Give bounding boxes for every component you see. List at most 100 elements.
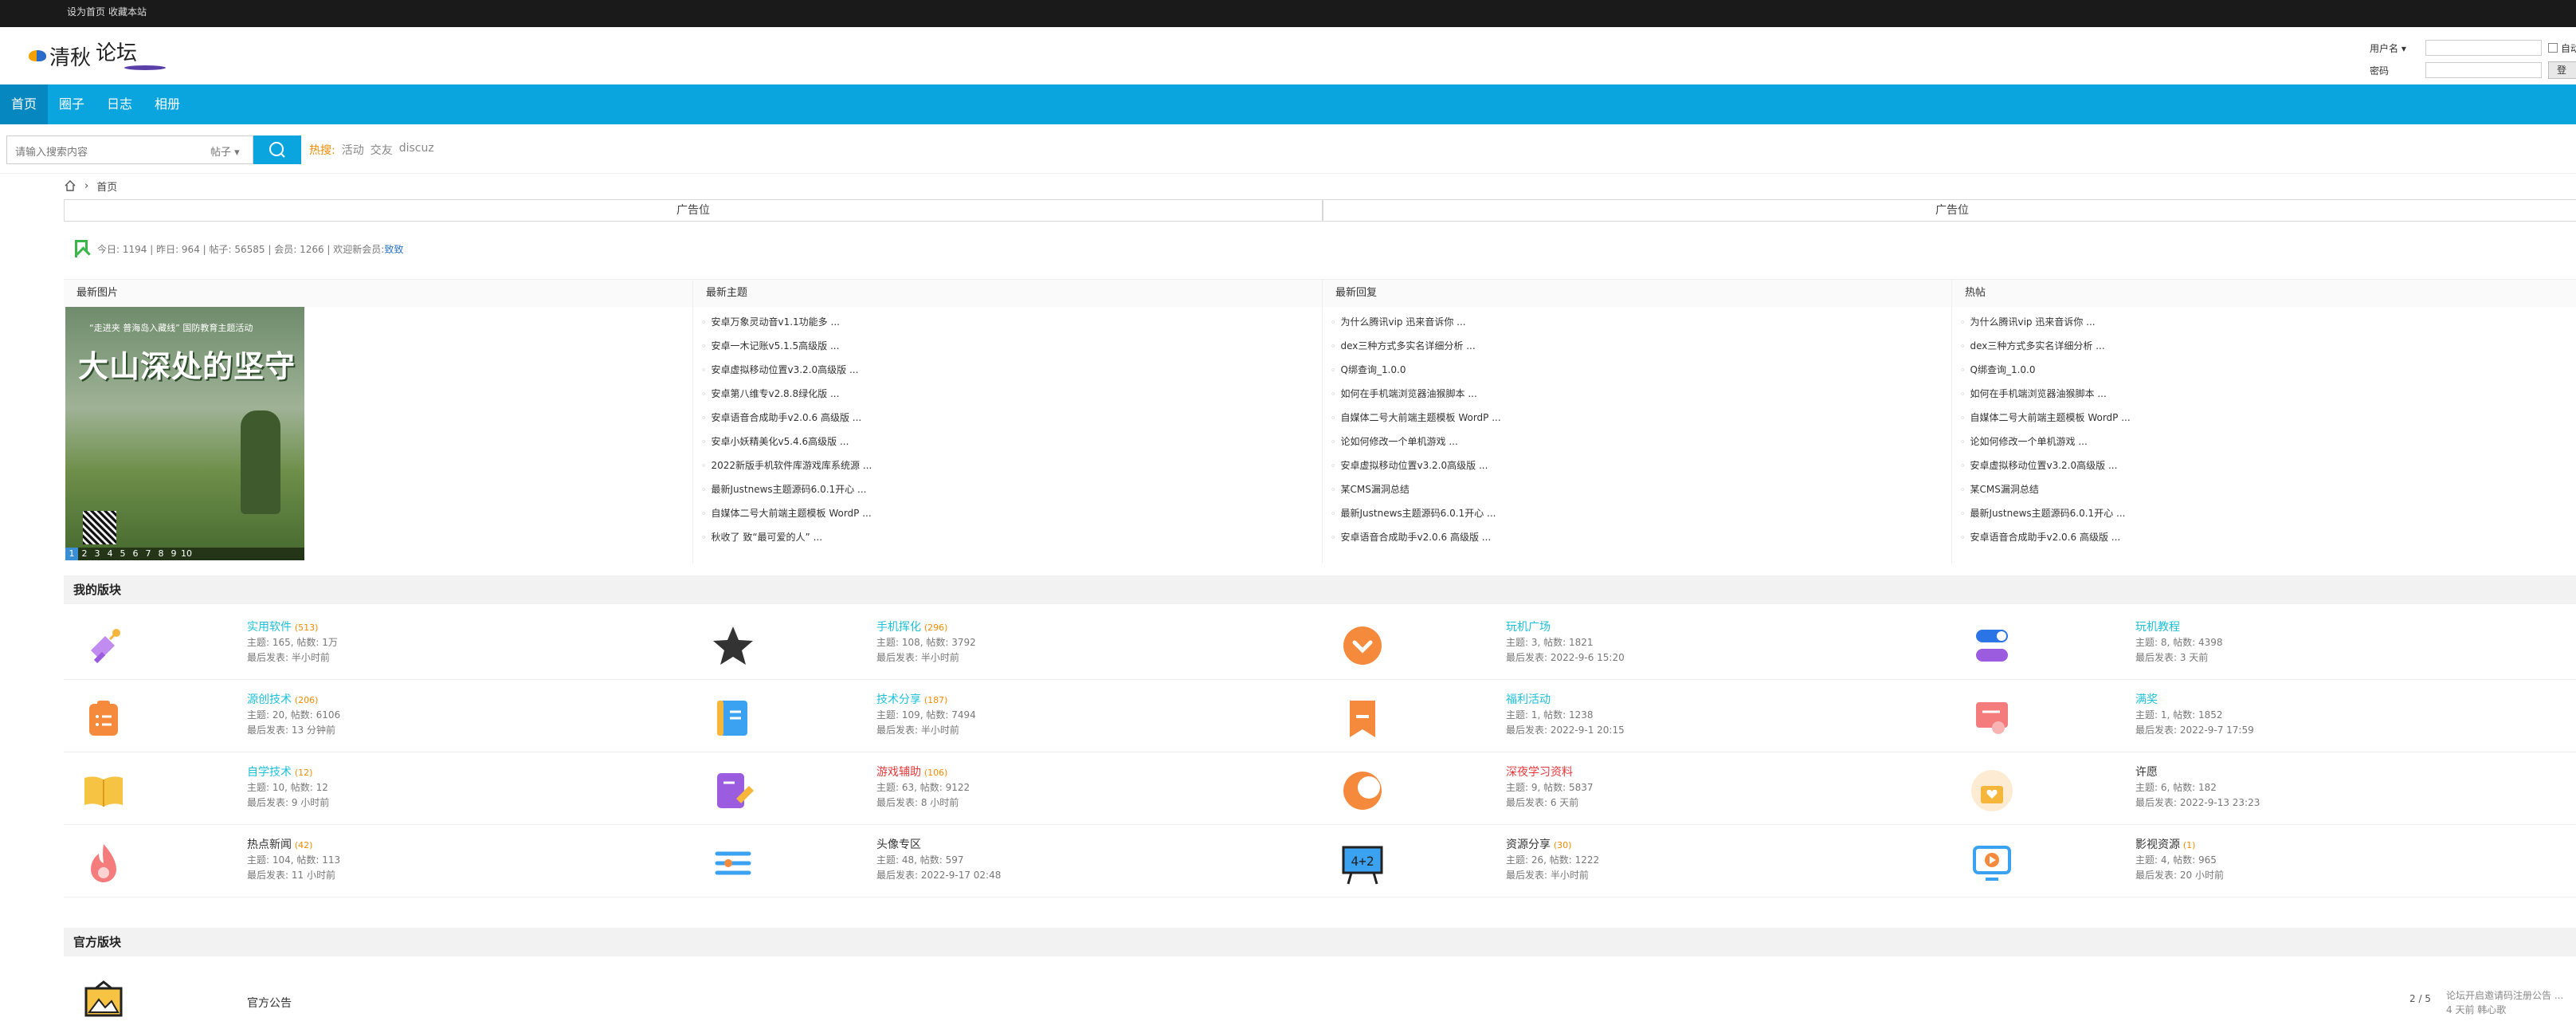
moon-icon[interactable] [1339,767,1386,815]
slideshow-image[interactable]: “走进夹 普海岛入藏线” 国防教育主题活动 大山深处的坚守 1 2 3 4 5 … [65,307,304,560]
forum-name[interactable]: 头像专区 [876,838,921,851]
official-forums-title: 官方版块 [64,928,2576,956]
thread-link[interactable]: 最新Justnews主题源码6.0.1开心 ... [701,477,1322,501]
thread-link[interactable]: 自媒体二号大前端主题模板 WordP ... [701,501,1322,525]
slide-dot[interactable]: 8 [155,548,167,560]
thread-link[interactable]: 安卓语音合成助手v2.0.6 高级版 ... [701,406,1322,430]
official-last-title[interactable]: 论坛开启邀请码注册公告 ... [2446,988,2563,1003]
thread-link[interactable]: Q绑查询_1.0.0 [1331,358,1951,382]
thread-link[interactable]: 论如何修改一个单机游戏 ... [1960,430,2576,454]
thread-link[interactable]: dex三种方式多实名详细分析 ... [1331,334,1951,358]
forum-name[interactable]: 玩机教程 [2135,621,2180,634]
play-screen-icon[interactable] [1968,839,2016,887]
thread-link[interactable]: 最新Justnews主题源码6.0.1开心 ... [1331,501,1951,525]
ad-slot[interactable]: 广告位 [64,199,1323,222]
search-input[interactable]: 请输入搜索内容 帖子 ▾ [6,135,253,164]
forum-name[interactable]: 游戏辅助 [876,766,921,779]
slide-dot[interactable]: 6 [129,548,142,560]
toggle-icon[interactable] [1968,622,2016,670]
thread-link[interactable]: 安卓小妖精美化v5.4.6高级版 ... [701,430,1322,454]
nav-item-album[interactable]: 相册 [143,84,191,124]
home-icon[interactable] [64,179,76,192]
search-type-select[interactable]: 帖子 ▾ [210,143,240,159]
thread-link[interactable]: 某CMS漏洞总结 [1331,477,1951,501]
set-home-link[interactable]: 设为首页 [67,5,105,18]
nav-item-home[interactable]: 首页 [0,84,49,124]
bookmark-link[interactable]: 收藏本站 [108,5,147,18]
nav-item-blog[interactable]: 日志 [96,84,143,124]
forum-name[interactable]: 技术分享 [876,693,921,706]
thread-link[interactable]: 为什么腾讯vip 迅来音诉你 ... [1960,310,2576,334]
certificate-icon[interactable] [1968,694,2016,742]
forum-name[interactable]: 玩机广场 [1506,621,1551,634]
hot-term[interactable]: discuz [399,142,434,158]
thread-link[interactable]: 最新Justnews主题源码6.0.1开心 ... [1960,501,2576,525]
breadcrumb-home[interactable]: 首页 [96,179,117,194]
thread-link[interactable]: 某CMS漏洞总结 [1960,477,2576,501]
thread-link[interactable]: 安卓虚拟移动位置v3.2.0高级版 ... [1331,454,1951,477]
official-forum-name[interactable]: 官方公告 [247,995,292,1011]
password-input[interactable] [2425,62,2542,78]
star-icon[interactable] [709,622,757,670]
forum-name[interactable]: 热点新闻 [247,838,292,851]
book-icon[interactable] [80,767,127,815]
slide-dot[interactable]: 9 [167,548,180,560]
thread-link[interactable]: 2022新版手机软件库游戏库系统源 ... [701,454,1322,477]
thread-link[interactable]: 论如何修改一个单机游戏 ... [1331,430,1951,454]
thread-link[interactable]: 秋收了 致“最可爱的人” ... [701,525,1322,549]
forum-name[interactable]: 满奖 [2135,693,2158,706]
forum-name[interactable]: 许愿 [2135,766,2158,779]
sliders-icon[interactable] [709,839,757,887]
forum-last-post: 最后发表: 20 小时前 [2135,870,2224,881]
forum-cell: 技术分享 (187) 主题: 109, 帖数: 7494 最后发表: 半小时前 [693,680,1323,752]
forum-name[interactable]: 手机挥化 [876,621,921,634]
hot-term[interactable]: 交友 [371,142,393,158]
thread-link[interactable]: 安卓语音合成助手v2.0.6 高级版 ... [1331,525,1951,549]
slide-dot[interactable]: 1 [65,548,78,560]
site-logo[interactable]: 清秋 论坛 [29,35,166,77]
slide-dot[interactable]: 4 [104,548,116,560]
slide-dot[interactable]: 2 [78,548,91,560]
slide-dot[interactable]: 7 [142,548,155,560]
auto-login-checkbox[interactable] [2548,43,2558,53]
thread-link[interactable]: 安卓虚拟移动位置v3.2.0高级版 ... [701,358,1322,382]
blackboard-icon[interactable]: 4+2 [1339,839,1386,887]
forum-name[interactable]: 影视资源 [2135,838,2180,851]
thread-link[interactable]: 安卓第八维专v2.8.8绿化版 ... [701,382,1322,406]
thread-link[interactable]: Q绑查询_1.0.0 [1960,358,2576,382]
thread-link[interactable]: 安卓语音合成助手v2.0.6 高级版 ... [1960,525,2576,549]
new-member-link[interactable]: 致致 [384,242,403,256]
slide-dot[interactable]: 10 [180,548,193,560]
forum-name[interactable]: 自学技术 [247,766,292,779]
hot-term[interactable]: 活动 [342,142,364,158]
notebook-icon[interactable] [709,694,757,742]
login-button[interactable]: 登 [2548,61,2576,79]
thread-link[interactable]: 自媒体二号大前端主题模板 WordP ... [1960,406,2576,430]
thread-link[interactable]: 安卓一木记账v5.1.5高级版 ... [701,334,1322,358]
wish-icon[interactable] [1968,767,2016,815]
slide-dot[interactable]: 3 [91,548,104,560]
thread-link[interactable]: 自媒体二号大前端主题模板 WordP ... [1331,406,1951,430]
forum-name[interactable]: 实用软件 [247,621,292,634]
forum-name[interactable]: 源创技术 [247,693,292,706]
forum-name[interactable]: 资源分享 [1506,838,1551,851]
thread-link[interactable]: 如何在手机端浏览器油猴脚本 ... [1331,382,1951,406]
forum-name[interactable]: 福利活动 [1506,693,1551,706]
clipboard-icon[interactable] [80,694,127,742]
username-input[interactable] [2425,40,2542,56]
thread-link[interactable]: 安卓万象灵动音v1.1功能多 ... [701,310,1322,334]
thread-link[interactable]: dex三种方式多实名详细分析 ... [1960,334,2576,358]
bookmark-icon[interactable] [1339,694,1386,742]
ad-slot[interactable]: 广告位 [1323,199,2576,222]
search-button[interactable] [253,135,301,164]
satellite-icon[interactable] [80,622,127,670]
chevron-circle-icon[interactable] [1339,622,1386,670]
edit-icon[interactable] [709,767,757,815]
thread-link[interactable]: 为什么腾讯vip 迅来音诉你 ... [1331,310,1951,334]
nav-item-circle[interactable]: 圈子 [48,84,96,124]
thread-link[interactable]: 如何在手机端浏览器油猴脚本 ... [1960,382,2576,406]
flame-icon[interactable] [80,839,127,887]
thread-link[interactable]: 安卓虚拟移动位置v3.2.0高级版 ... [1960,454,2576,477]
slide-dot[interactable]: 5 [116,548,129,560]
forum-name[interactable]: 深夜学习资料 [1506,766,1573,779]
